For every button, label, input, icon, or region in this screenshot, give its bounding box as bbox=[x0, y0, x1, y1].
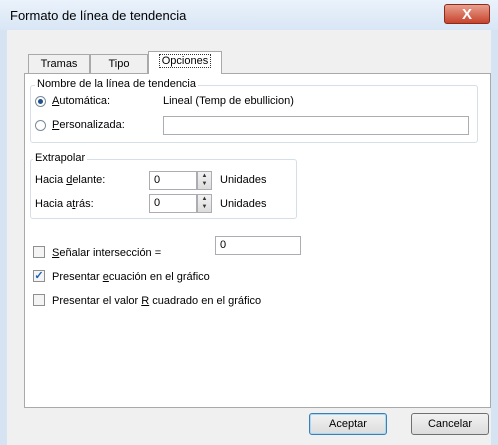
window-frame-left bbox=[0, 30, 7, 445]
show-equation-label[interactable]: Presentar ecuación en el gráfico bbox=[52, 271, 210, 283]
forward-label: Hacia delante: bbox=[35, 174, 106, 186]
spin-down-icon[interactable]: ▼ bbox=[198, 203, 211, 211]
title-bar: Formato de línea de tendencia X bbox=[0, 0, 498, 30]
dialog-title: Formato de línea de tendencia bbox=[10, 8, 187, 23]
tab-tipo[interactable]: Tipo bbox=[90, 54, 148, 74]
options-panel: Nombre de la línea de tendencia Automáti… bbox=[24, 73, 491, 408]
window-frame-right bbox=[491, 30, 498, 445]
tab-label: Tipo bbox=[108, 58, 130, 70]
dialog-window: Formato de línea de tendencia X Tramas T… bbox=[0, 0, 498, 445]
tab-label: Opciones bbox=[158, 54, 212, 68]
custom-label[interactable]: Personalizada: bbox=[52, 119, 125, 131]
cancel-button[interactable]: Cancelar bbox=[411, 413, 489, 435]
show-equation-checkbox[interactable]: ✓ bbox=[33, 270, 45, 282]
tab-label: Tramas bbox=[40, 58, 78, 70]
backward-label: Hacia atrás: bbox=[35, 198, 94, 210]
spin-up-icon[interactable]: ▲ bbox=[198, 195, 211, 203]
group-legend: Nombre de la línea de tendencia bbox=[35, 78, 198, 90]
ok-button[interactable]: Aceptar bbox=[309, 413, 387, 435]
backward-field[interactable]: 0 bbox=[149, 194, 197, 213]
intercept-label[interactable]: Señalar intersección = bbox=[52, 247, 161, 259]
backward-spinner[interactable]: ▲ ▼ bbox=[197, 194, 212, 213]
check-icon: ✓ bbox=[34, 270, 44, 282]
tab-opciones[interactable]: Opciones bbox=[148, 51, 222, 74]
automatic-radio[interactable] bbox=[35, 96, 46, 107]
spin-down-icon[interactable]: ▼ bbox=[198, 180, 211, 188]
custom-radio[interactable] bbox=[35, 120, 46, 131]
custom-name-field[interactable] bbox=[163, 116, 469, 135]
forward-field[interactable]: 0 bbox=[149, 171, 197, 190]
forward-unit: Unidades bbox=[220, 174, 267, 186]
intercept-checkbox[interactable] bbox=[33, 246, 45, 258]
show-r-squared-label[interactable]: Presentar el valor R cuadrado en el gráf… bbox=[52, 295, 261, 307]
close-icon: X bbox=[461, 6, 472, 23]
intercept-field[interactable]: 0 bbox=[215, 236, 301, 255]
tab-tramas[interactable]: Tramas bbox=[28, 54, 90, 74]
backward-unit: Unidades bbox=[220, 198, 267, 210]
automatic-name-value: Lineal (Temp de ebullicion) bbox=[163, 95, 294, 107]
spin-up-icon[interactable]: ▲ bbox=[198, 172, 211, 180]
automatic-label[interactable]: Automática: bbox=[52, 95, 110, 107]
forward-spinner[interactable]: ▲ ▼ bbox=[197, 171, 212, 190]
group-legend: Extrapolar bbox=[33, 152, 88, 164]
show-r-squared-checkbox[interactable] bbox=[33, 294, 45, 306]
close-button[interactable]: X bbox=[444, 4, 490, 24]
